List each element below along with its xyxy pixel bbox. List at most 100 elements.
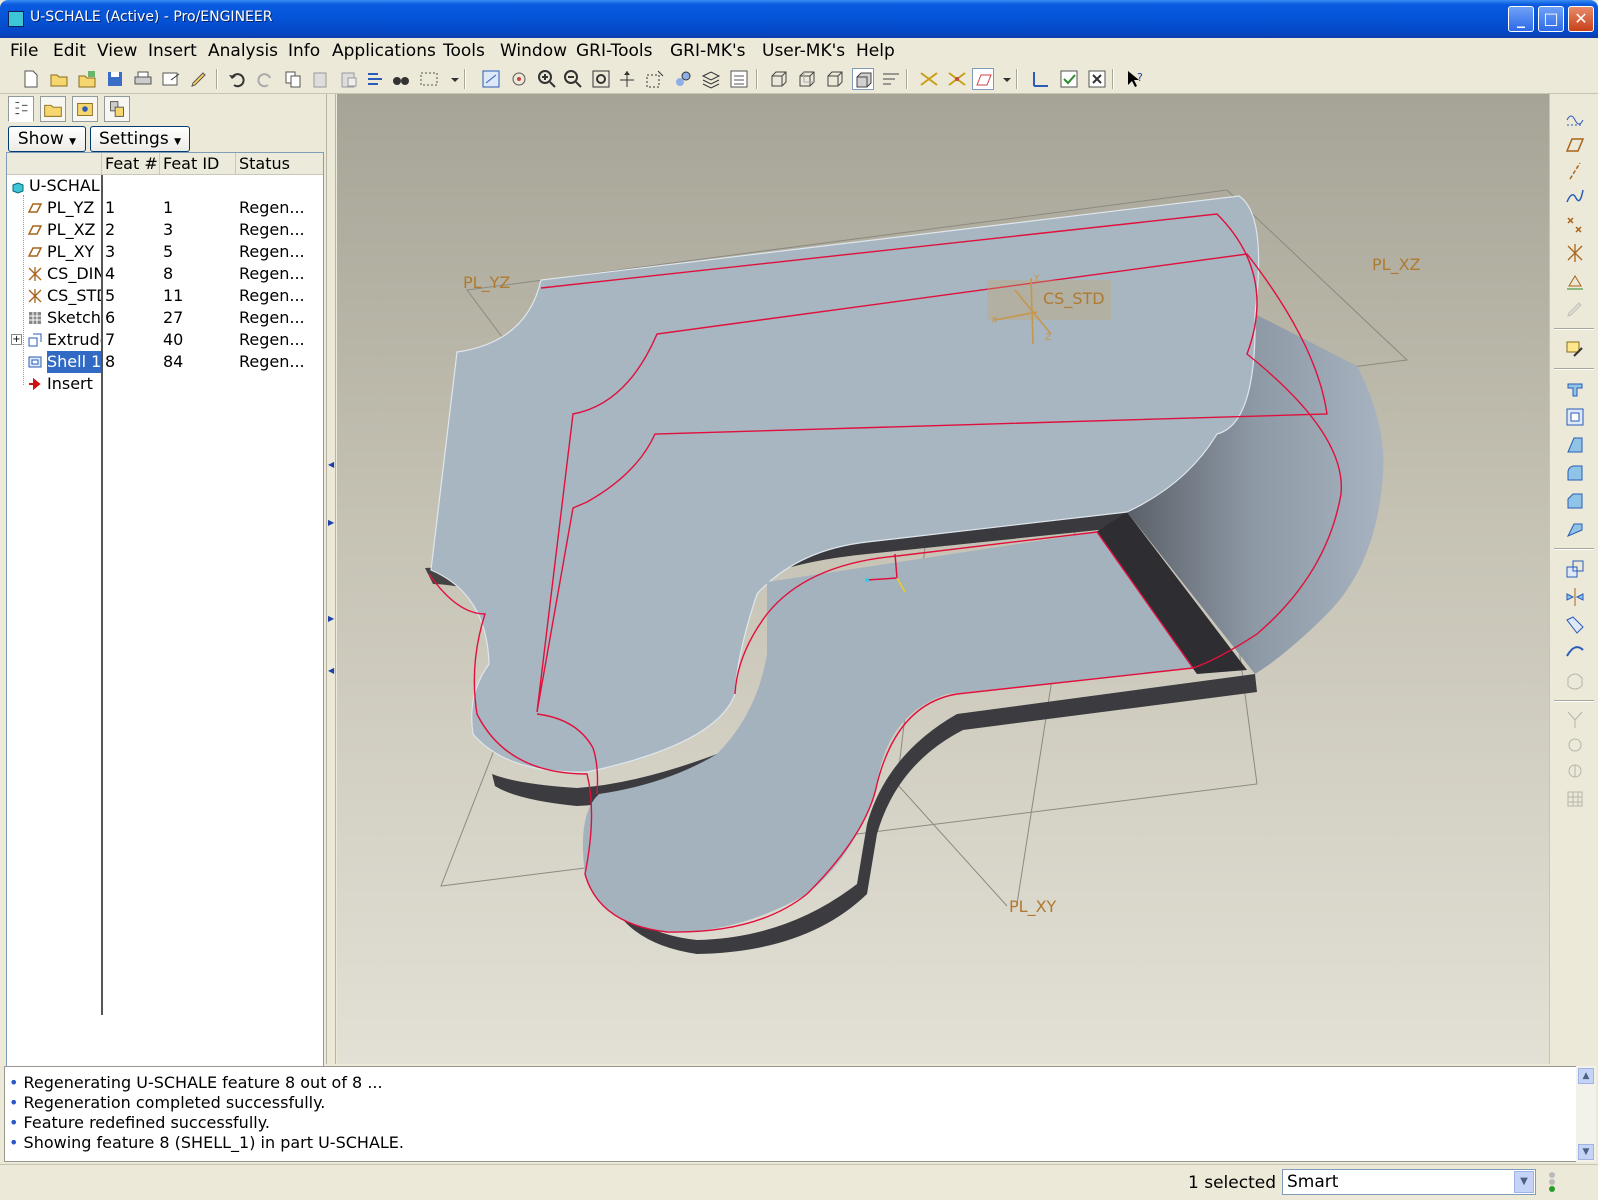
context-help-icon[interactable]: ? bbox=[1124, 68, 1146, 90]
scroll-up-icon[interactable]: ▲ bbox=[1578, 1068, 1594, 1084]
tree-row-extrude[interactable]: + Extrude 7 40 Regen... bbox=[7, 329, 323, 351]
shell-tool-icon[interactable] bbox=[1564, 406, 1586, 428]
menu-gri-tools[interactable]: GRI-Tools bbox=[576, 41, 652, 61]
copy-icon[interactable] bbox=[282, 68, 304, 90]
expand-icon[interactable]: + bbox=[11, 334, 22, 345]
pattern-tool-icon[interactable] bbox=[1564, 614, 1586, 636]
reorient-icon[interactable] bbox=[616, 68, 638, 90]
datum-plane-tool-icon[interactable] bbox=[1564, 134, 1586, 156]
datum-points-icon[interactable] bbox=[972, 68, 994, 90]
send-mail-icon[interactable] bbox=[160, 68, 182, 90]
saved-views-icon[interactable] bbox=[644, 68, 666, 90]
open-file-icon[interactable] bbox=[48, 68, 70, 90]
mirror-tool-icon[interactable] bbox=[1564, 586, 1586, 608]
csys-tool-icon[interactable] bbox=[1564, 242, 1586, 264]
chamfer-tool-icon[interactable] bbox=[1564, 490, 1586, 512]
boundary-blend-icon[interactable] bbox=[1564, 670, 1586, 692]
extrude-tool-icon[interactable] bbox=[1564, 378, 1586, 400]
extend-icon[interactable] bbox=[1564, 760, 1586, 782]
datum-label-pl-xy[interactable]: PL_XY bbox=[1009, 897, 1057, 917]
tree-row-pl-xz[interactable]: PL_XZ 2 3 Regen... bbox=[7, 219, 323, 241]
tree-row-root[interactable]: U-SCHALE bbox=[7, 175, 323, 197]
settings-dropdown[interactable]: Settings ▼ bbox=[90, 126, 190, 152]
find-icon[interactable] bbox=[390, 68, 412, 90]
menu-analysis[interactable]: Analysis bbox=[208, 41, 278, 61]
minimize-button[interactable]: _ bbox=[1508, 6, 1534, 32]
no-hidden-icon[interactable] bbox=[824, 68, 846, 90]
check-window-icon[interactable] bbox=[1058, 68, 1080, 90]
message-scrollbar[interactable]: ▲ ▼ bbox=[1576, 1066, 1596, 1162]
menu-file[interactable]: File bbox=[10, 41, 38, 61]
sketch-datum-curve-icon[interactable] bbox=[1564, 108, 1586, 130]
wireframe-icon[interactable] bbox=[768, 68, 790, 90]
layers-icon[interactable] bbox=[700, 68, 722, 90]
edit-icon[interactable] bbox=[188, 68, 210, 90]
paste-special-icon[interactable] bbox=[338, 68, 360, 90]
chevron-down-icon[interactable]: ▼ bbox=[1514, 1171, 1534, 1193]
tab-folder-browser[interactable] bbox=[40, 96, 66, 122]
datum-label-pl-yz[interactable]: PL_YZ bbox=[463, 273, 510, 293]
warp-tool-icon[interactable] bbox=[1564, 642, 1586, 664]
tree-row-insert[interactable]: Insert bbox=[7, 373, 323, 395]
tree-row-sketch[interactable]: Sketch 6 27 Regen... bbox=[7, 307, 323, 329]
model-viewport[interactable]: Y X Z PL_YZ PL_XZ PL_XY CS_STD bbox=[337, 94, 1549, 1064]
close-window-icon[interactable] bbox=[1086, 68, 1108, 90]
undo-icon[interactable] bbox=[226, 68, 248, 90]
datum-axis-tool-icon[interactable] bbox=[1564, 160, 1586, 182]
show-dropdown[interactable]: Show ▼ bbox=[8, 126, 86, 152]
datum-axes-on-icon[interactable] bbox=[946, 68, 968, 90]
save-icon[interactable] bbox=[104, 68, 126, 90]
menu-view[interactable]: View bbox=[97, 41, 137, 61]
menu-info[interactable]: Info bbox=[288, 41, 320, 61]
expand-right-icon[interactable]: ▶ bbox=[328, 518, 334, 527]
trim-icon[interactable] bbox=[1564, 734, 1586, 756]
analysis-feature-icon[interactable] bbox=[1564, 270, 1586, 292]
menu-user-mks[interactable]: User-MK's bbox=[762, 41, 845, 61]
sketch-tool-icon[interactable] bbox=[1564, 338, 1586, 360]
expand-right-icon[interactable]: ▶ bbox=[328, 614, 334, 623]
redo-icon[interactable] bbox=[254, 68, 276, 90]
regenerate-icon[interactable] bbox=[364, 68, 386, 90]
menu-applications[interactable]: Applications bbox=[332, 41, 436, 61]
datum-planes-on-icon[interactable] bbox=[918, 68, 940, 90]
maximize-button[interactable]: □ bbox=[1538, 6, 1564, 32]
menu-tools[interactable]: Tools bbox=[443, 41, 485, 61]
pencil-icon[interactable] bbox=[1564, 298, 1586, 320]
selection-box-icon[interactable] bbox=[418, 68, 440, 90]
new-file-icon[interactable] bbox=[20, 68, 42, 90]
datum-curve-tool-icon[interactable] bbox=[1564, 186, 1586, 208]
menu-insert[interactable]: Insert bbox=[148, 41, 197, 61]
hidden-line-icon[interactable] bbox=[796, 68, 818, 90]
menu-window[interactable]: Window bbox=[500, 41, 567, 61]
tree-row-cs-std[interactable]: CS_STD 5 11 Regen... bbox=[7, 285, 323, 307]
tree-row-shell[interactable]: Shell 1 8 84 Regen... bbox=[7, 351, 323, 373]
menu-help[interactable]: Help bbox=[856, 41, 895, 61]
feat-no-column-header[interactable]: Feat # bbox=[102, 153, 160, 175]
view-manager-icon[interactable] bbox=[672, 68, 694, 90]
panel-sash[interactable]: ◀ ▶ ▶ ◀ bbox=[326, 94, 336, 1064]
tree-column-header[interactable] bbox=[7, 153, 102, 175]
selection-filter-dropdown[interactable]: Smart ▼ bbox=[1282, 1169, 1536, 1195]
rib-tool-icon[interactable] bbox=[1564, 518, 1586, 540]
shading-icon[interactable] bbox=[852, 68, 874, 90]
tab-connections[interactable] bbox=[104, 96, 130, 122]
print-icon[interactable] bbox=[132, 68, 154, 90]
tree-row-pl-xy[interactable]: PL_XY 3 5 Regen... bbox=[7, 241, 323, 263]
tab-model-tree[interactable] bbox=[8, 96, 34, 122]
csys-on-icon[interactable] bbox=[1030, 68, 1052, 90]
spin-center-icon[interactable] bbox=[508, 68, 530, 90]
status-column-header[interactable]: Status bbox=[236, 153, 323, 175]
open-multiple-icon[interactable] bbox=[76, 68, 98, 90]
tab-favorites[interactable] bbox=[72, 96, 98, 122]
thicken-icon[interactable] bbox=[1564, 788, 1586, 810]
chevron-down-icon[interactable] bbox=[444, 68, 459, 90]
paste-icon[interactable] bbox=[310, 68, 332, 90]
zoom-in-icon[interactable] bbox=[536, 68, 558, 90]
merge-icon[interactable] bbox=[1564, 708, 1586, 730]
chevron-down-icon[interactable] bbox=[996, 68, 1011, 90]
collapse-left-icon[interactable]: ◀ bbox=[328, 666, 334, 675]
datum-label-pl-xz[interactable]: PL_XZ bbox=[1372, 255, 1421, 275]
tree-row-cs-din[interactable]: CS_DIN 4 8 Regen... bbox=[7, 263, 323, 285]
copy-feature-icon[interactable] bbox=[1564, 558, 1586, 580]
repaint-icon[interactable] bbox=[480, 68, 502, 90]
